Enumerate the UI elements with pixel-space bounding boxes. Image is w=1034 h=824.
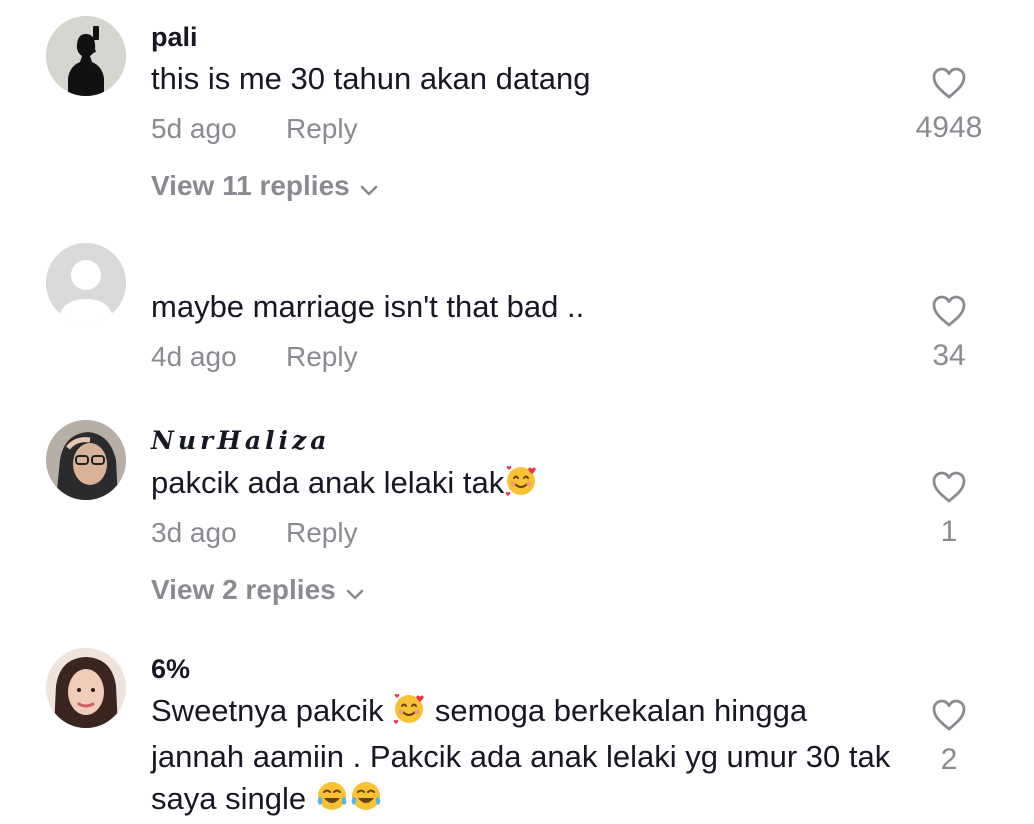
comment-text: Sweetnya pakcik semoga berkekalan hingga… bbox=[151, 690, 891, 824]
view-replies-label: View 11 replies bbox=[151, 170, 350, 201]
like-control: 1 bbox=[894, 470, 1004, 549]
view-replies-button[interactable]: View 11 replies bbox=[151, 170, 378, 204]
comment-meta: 4d ago Reply bbox=[151, 341, 358, 373]
face-with-tears-of-joy-icon bbox=[315, 779, 349, 824]
comment-time: 3d ago bbox=[151, 517, 237, 548]
like-count: 34 bbox=[932, 339, 966, 372]
heart-icon[interactable] bbox=[894, 698, 1004, 737]
comment-text: pakcik ada anak lelaki tak bbox=[151, 462, 891, 508]
default-avatar-icon bbox=[46, 243, 126, 323]
comment-meta: 5d ago Reply bbox=[151, 113, 358, 145]
reply-button[interactable]: Reply bbox=[286, 113, 358, 145]
avatar[interactable] bbox=[46, 420, 126, 500]
comment-text: this is me 30 tahun akan datang bbox=[151, 61, 591, 96]
avatar[interactable] bbox=[46, 16, 126, 96]
smiling-face-with-hearts-icon bbox=[504, 463, 538, 508]
chevron-down-icon bbox=[346, 576, 364, 608]
view-replies-button[interactable]: View 2 replies bbox=[151, 574, 364, 608]
like-count: 1 bbox=[940, 515, 958, 548]
like-count: 2 bbox=[940, 743, 958, 776]
comment-time: 5d ago bbox=[151, 113, 237, 144]
heart-icon[interactable] bbox=[884, 66, 1014, 105]
comment-text: maybe marriage isn't that bad .. bbox=[151, 289, 585, 324]
comment-username[interactable]: 6% bbox=[151, 654, 190, 685]
heart-icon[interactable] bbox=[894, 294, 1004, 333]
view-replies-label: View 2 replies bbox=[151, 574, 336, 605]
comment-text-body: Sweetnya pakcik bbox=[151, 693, 384, 728]
comment-meta: 3d ago Reply bbox=[151, 517, 358, 549]
avatar-image bbox=[46, 16, 126, 96]
comment-username[interactable]: NurHaliza bbox=[151, 426, 330, 455]
avatar[interactable] bbox=[46, 243, 126, 323]
chevron-down-icon bbox=[360, 172, 378, 204]
heart-icon[interactable] bbox=[894, 470, 1004, 509]
like-control: 34 bbox=[894, 294, 1004, 373]
comment-username[interactable]: pali bbox=[151, 22, 198, 53]
reply-button[interactable]: Reply bbox=[286, 341, 358, 373]
avatar-image bbox=[46, 420, 126, 500]
avatar-image bbox=[46, 648, 126, 728]
face-with-tears-of-joy-icon bbox=[349, 779, 383, 824]
reply-button[interactable]: Reply bbox=[286, 517, 358, 549]
avatar[interactable] bbox=[46, 648, 126, 728]
like-control: 4948 bbox=[884, 66, 1014, 145]
like-count: 4948 bbox=[915, 111, 983, 144]
smiling-face-with-hearts-icon bbox=[392, 691, 426, 736]
like-control: 2 bbox=[894, 698, 1004, 777]
comment-text-body: pakcik ada anak lelaki tak bbox=[151, 465, 505, 500]
comment-time: 4d ago bbox=[151, 341, 237, 372]
